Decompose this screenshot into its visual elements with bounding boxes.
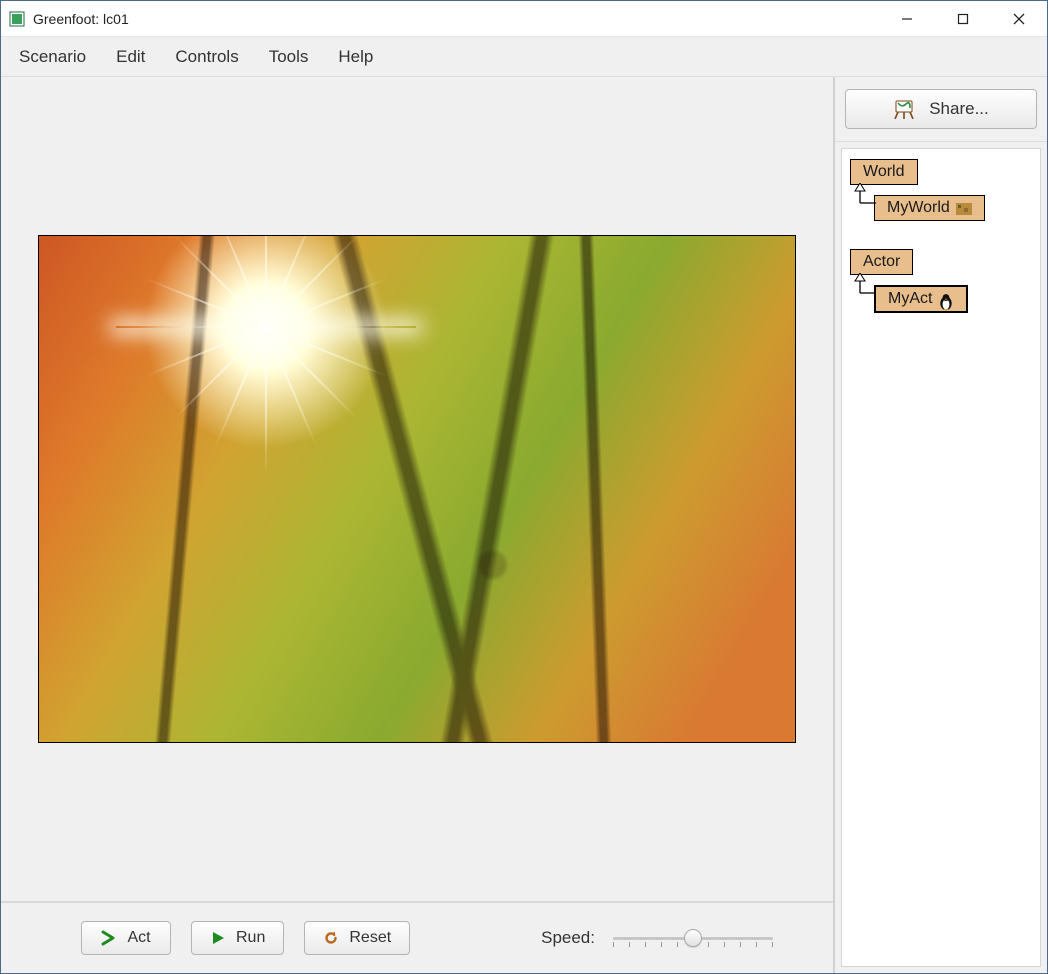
- class-actor-label: Actor: [863, 253, 900, 271]
- share-label: Share...: [929, 99, 989, 119]
- class-tree-actor: Actor MyAct: [850, 249, 1032, 313]
- share-area: Share...: [835, 77, 1047, 142]
- world-background-overlay: [39, 236, 795, 742]
- menu-controls[interactable]: Controls: [175, 47, 238, 67]
- class-world[interactable]: World: [850, 159, 918, 185]
- play-icon: [210, 930, 226, 946]
- speed-label: Speed:: [541, 928, 595, 948]
- run-label: Run: [236, 929, 265, 947]
- sunburst-icon: [264, 325, 268, 329]
- right-pane: Share... World: [835, 77, 1047, 973]
- easel-icon: [893, 99, 915, 119]
- menu-edit[interactable]: Edit: [116, 47, 145, 67]
- inherit-arrow-icon: [850, 275, 874, 305]
- act-button[interactable]: Act: [81, 921, 171, 955]
- maximize-button[interactable]: [935, 1, 991, 37]
- speed-control: Speed:: [541, 928, 813, 948]
- reset-button[interactable]: Reset: [304, 921, 410, 955]
- window-controls: [879, 1, 1047, 37]
- world-stage[interactable]: [38, 235, 796, 743]
- penguin-icon: [938, 293, 954, 305]
- run-button[interactable]: Run: [191, 921, 284, 955]
- left-pane: Act Run Reset Speed:: [1, 77, 835, 973]
- menubar: Scenario Edit Controls Tools Help: [1, 37, 1047, 77]
- class-world-label: World: [863, 163, 905, 181]
- step-icon: [101, 930, 117, 946]
- class-myact-label: MyAct: [888, 290, 932, 308]
- class-browser: World MyWorld: [841, 148, 1041, 967]
- reset-icon: [323, 930, 339, 946]
- control-bar: Act Run Reset Speed:: [1, 901, 833, 973]
- class-myworld[interactable]: MyWorld: [874, 195, 985, 221]
- menu-help[interactable]: Help: [338, 47, 373, 67]
- inherit-arrow-icon: [850, 185, 874, 215]
- slider-thumb[interactable]: [684, 929, 702, 947]
- speed-slider[interactable]: [613, 928, 773, 948]
- titlebar: Greenfoot: lc01: [1, 1, 1047, 37]
- world-thumbnail-icon: [956, 202, 972, 214]
- window-title: Greenfoot: lc01: [33, 11, 129, 27]
- app-icon: [9, 11, 25, 27]
- minimize-button[interactable]: [879, 1, 935, 37]
- content: Act Run Reset Speed:: [1, 77, 1047, 973]
- reset-label: Reset: [349, 929, 391, 947]
- share-button[interactable]: Share...: [845, 89, 1037, 129]
- class-tree-world: World MyWorld: [850, 159, 1032, 221]
- class-myworld-label: MyWorld: [887, 199, 950, 217]
- close-button[interactable]: [991, 1, 1047, 37]
- act-label: Act: [127, 929, 150, 947]
- world-viewport: [1, 77, 833, 901]
- menu-scenario[interactable]: Scenario: [19, 47, 86, 67]
- class-myact[interactable]: MyAct: [874, 285, 968, 313]
- menu-tools[interactable]: Tools: [269, 47, 309, 67]
- class-actor[interactable]: Actor: [850, 249, 913, 275]
